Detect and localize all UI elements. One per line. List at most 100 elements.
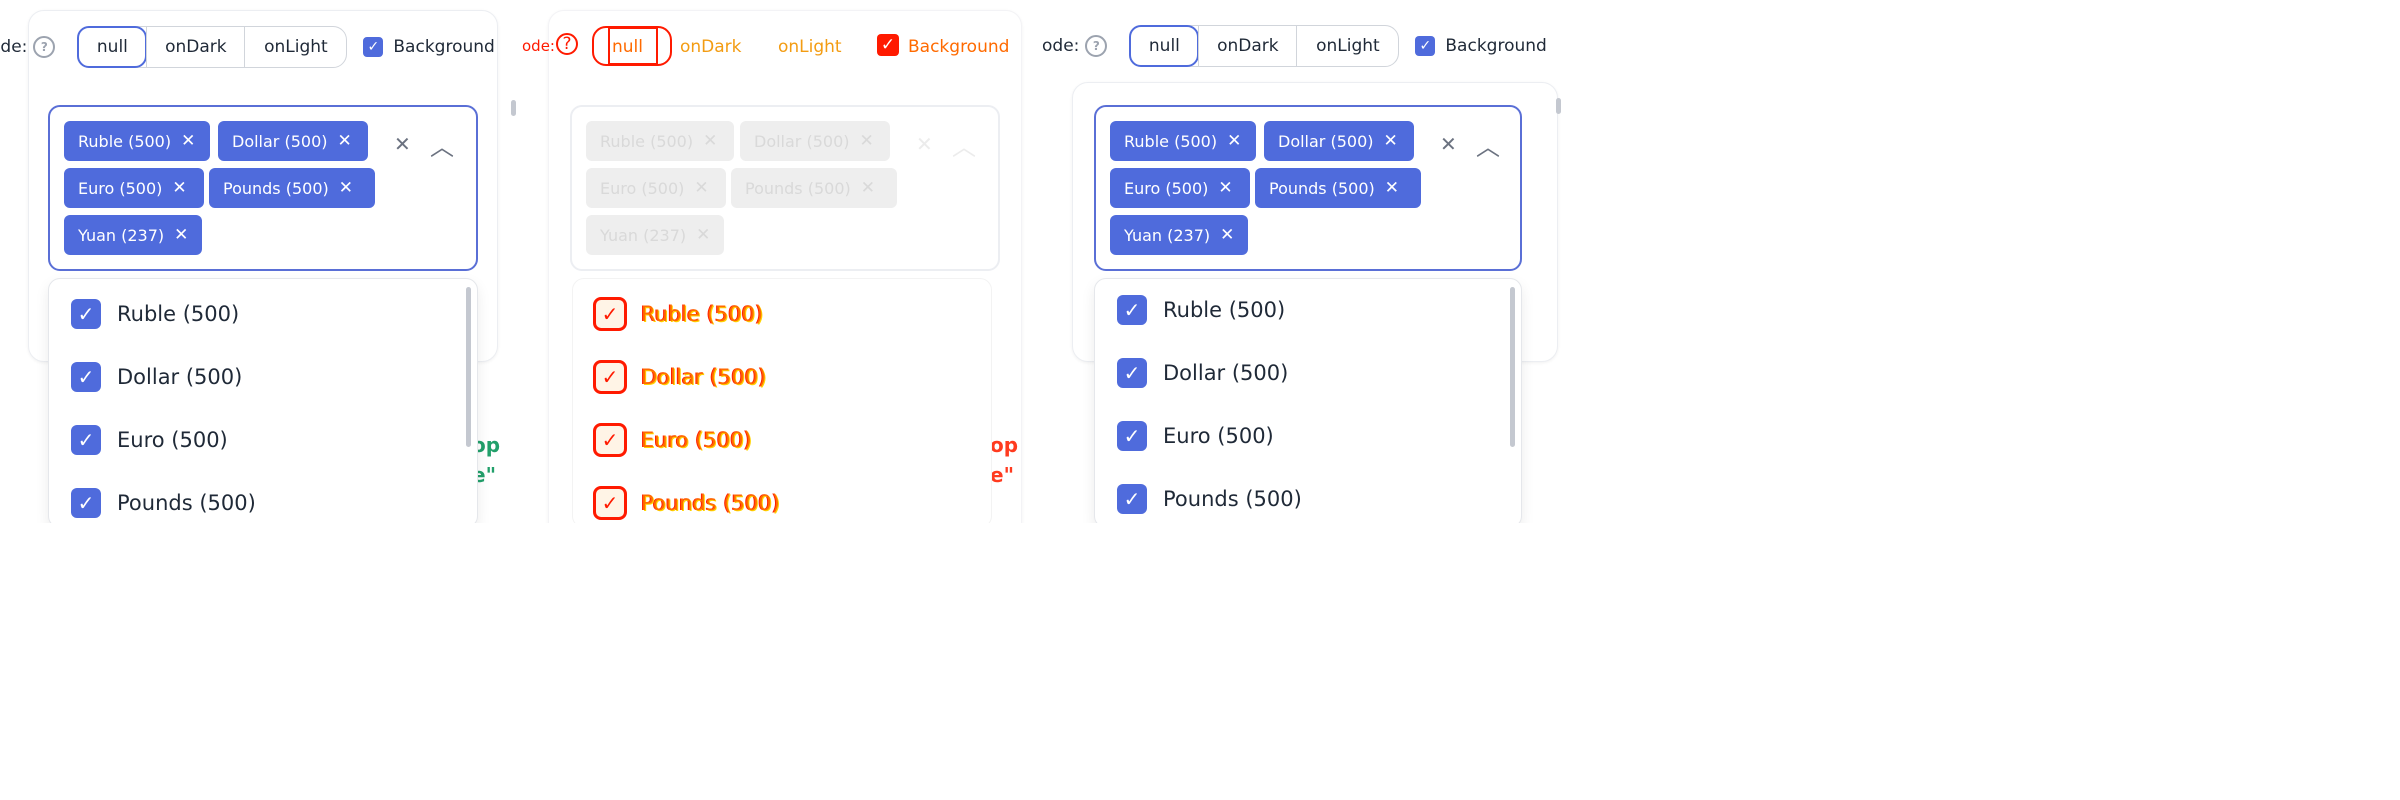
chip-remove-icon[interactable]: ✕ xyxy=(172,178,186,198)
chip-label: Yuan (237) xyxy=(78,225,165,245)
option-label: Euro (500) xyxy=(641,428,752,452)
chip-euro: Euro (500) ✕ xyxy=(64,168,204,208)
checkbox-checked-icon: ✓ xyxy=(593,423,627,457)
chip-remove-icon[interactable]: ✕ xyxy=(338,131,352,151)
chip-remove-icon[interactable]: ✕ xyxy=(1227,131,1241,151)
panel-right: ode: ? null onDark onLight ✓ Background … xyxy=(1040,0,1568,523)
segment-ondark[interactable]: onDark xyxy=(146,27,244,67)
checkbox-checked-icon: ✓ xyxy=(71,299,101,329)
checkbox-checked-icon: ✓ xyxy=(593,486,627,520)
multiselect-field[interactable]: Ruble (500) ✕ Dollar (500) ✕ Euro (500) ✕ P… xyxy=(48,105,478,271)
option-pounds[interactable]: ✓ Pounds (500) xyxy=(71,488,256,518)
panel-diff: ode: ? null onDark onLight ✓ Background … xyxy=(520,0,1040,523)
mode-label: ode: xyxy=(1042,36,1080,56)
background-checkbox[interactable]: ✓ Background xyxy=(363,37,495,57)
option-dollar[interactable]: ✓ Dollar (500) xyxy=(1117,358,1288,388)
mode-toolbar: ode: ? null onDark onLight ✓ Background xyxy=(1042,24,1547,68)
chip-euro: Euro (500) ✕ xyxy=(586,168,726,208)
chip-ruble: Ruble (500) ✕ xyxy=(586,121,734,161)
chip-dollar: Dollar (500) ✕ xyxy=(1264,121,1414,161)
checkbox-checked-icon: ✓ xyxy=(593,360,627,394)
segment-null[interactable]: null xyxy=(77,26,148,68)
chip-label: Yuan (237) xyxy=(600,225,687,245)
page-scrollbar[interactable] xyxy=(1556,98,1561,114)
option-ruble[interactable]: ✓ Ruble (500) xyxy=(71,299,239,329)
chip-remove-icon: ✕ xyxy=(696,225,711,245)
dropdown-scrollbar[interactable] xyxy=(1510,287,1515,447)
help-icon[interactable]: ? xyxy=(1085,35,1108,57)
option-euro[interactable]: ✓ Euro (500) xyxy=(1117,421,1274,451)
option-pounds[interactable]: ✓ Pounds (500) xyxy=(1117,484,1302,514)
chip-pounds: Pounds (500) ✕ xyxy=(209,168,375,208)
checkbox-check-icon: ✓ xyxy=(363,37,384,57)
multiselect-field-ghost: Ruble (500) ✕ Dollar (500) ✕ Euro (500) ✕ P… xyxy=(570,105,1000,271)
option-dollar[interactable]: ✓ Dollar (500) xyxy=(71,362,242,392)
checkbox-checked-icon: ✓ xyxy=(71,425,101,455)
chip-remove-icon[interactable]: ✕ xyxy=(1218,178,1232,198)
chip-remove-icon[interactable]: ✕ xyxy=(1384,131,1398,151)
chip-ruble: Ruble (500) ✕ xyxy=(64,121,210,161)
diff-background-label: Background xyxy=(908,37,1010,57)
chip-label: Ruble (500) xyxy=(600,131,694,151)
chip-remove-icon: ✕ xyxy=(703,131,718,151)
chip-label: Ruble (500) xyxy=(78,131,172,151)
multiselect-field[interactable]: Ruble (500) ✕ Dollar (500) ✕ Euro (500) ✕ P… xyxy=(1094,105,1522,271)
chip-remove-icon: ✕ xyxy=(694,178,709,198)
chip-label: Pounds (500) xyxy=(745,178,851,198)
option-label: Ruble (500) xyxy=(641,302,764,326)
option-ruble[interactable]: ✓ Ruble (500) xyxy=(1117,295,1285,325)
diff-help-icon: ? xyxy=(556,33,578,55)
chip-label: Euro (500) xyxy=(78,178,163,198)
chip-label: Pounds (500) xyxy=(223,178,329,198)
background-label: Background xyxy=(1445,36,1547,56)
chip-remove-icon[interactable]: ✕ xyxy=(339,178,353,198)
chip-dollar: Dollar (500) ✕ xyxy=(740,121,890,161)
option-label: Ruble (500) xyxy=(117,302,240,326)
checkbox-checked-icon: ✓ xyxy=(1117,421,1147,451)
chevron-up-icon[interactable]: ︿ xyxy=(430,127,454,162)
checkbox-checked-icon: ✓ xyxy=(71,488,101,518)
chevron-up-icon[interactable]: ︿ xyxy=(1476,127,1500,162)
mode-toolbar: ode: ? null onDark onLight ✓ Background xyxy=(0,25,495,69)
options-dropdown: ✓ Ruble (500) ✓ Dollar (500) ✓ Euro (500) ✓… xyxy=(1094,278,1522,523)
option-label: Dollar (500) xyxy=(1163,361,1289,385)
segment-ondark[interactable]: onDark xyxy=(1198,26,1296,66)
chip-remove-icon[interactable]: ✕ xyxy=(174,225,188,245)
chip-remove-icon[interactable]: ✕ xyxy=(1220,225,1234,245)
segment-null[interactable]: null xyxy=(1129,25,1200,67)
chip-label: Yuan (237) xyxy=(1124,225,1211,245)
chip-label: Pounds (500) xyxy=(1269,178,1375,198)
option-label: Dollar (500) xyxy=(641,365,767,389)
background-label: Background xyxy=(393,37,495,57)
checkbox-checked-icon: ✓ xyxy=(1117,358,1147,388)
chip-dollar: Dollar (500) ✕ xyxy=(218,121,368,161)
chip-euro: Euro (500) ✕ xyxy=(1110,168,1250,208)
option-euro[interactable]: ✓ Euro (500) xyxy=(71,425,228,455)
page-scrollbar[interactable] xyxy=(511,100,516,116)
clear-icon: ✕ xyxy=(916,132,933,156)
background-checkbox[interactable]: ✓ Background xyxy=(1415,36,1547,56)
option-label: Euro (500) xyxy=(117,428,228,452)
chip-label: Dollar (500) xyxy=(232,131,328,151)
dropdown-scrollbar[interactable] xyxy=(466,287,471,447)
chip-yuan: Yuan (237) ✕ xyxy=(1110,215,1248,255)
chip-label: Euro (500) xyxy=(600,178,685,198)
help-icon[interactable]: ? xyxy=(33,36,56,58)
segment-onlight[interactable]: onLight xyxy=(1296,26,1398,66)
diff-segment-ondark: onDark xyxy=(680,37,742,57)
checkbox-checked-icon: ✓ xyxy=(593,297,627,331)
segment-onlight[interactable]: onLight xyxy=(244,27,346,67)
options-dropdown: ✓ Ruble (500) ✓ Dollar (500) ✓ Euro (500) ✓… xyxy=(48,278,478,523)
mode-label: ode: xyxy=(0,37,28,57)
clear-icon[interactable]: ✕ xyxy=(1440,132,1457,156)
diff-mode-label: ode: xyxy=(522,37,555,55)
diff-checkbox-icon: ✓ xyxy=(877,34,899,56)
chip-remove-icon[interactable]: ✕ xyxy=(181,131,195,151)
clear-icon[interactable]: ✕ xyxy=(394,132,411,156)
chip-remove-icon[interactable]: ✕ xyxy=(1385,178,1399,198)
checkbox-checked-icon: ✓ xyxy=(71,362,101,392)
checkbox-checked-icon: ✓ xyxy=(1117,295,1147,325)
option-label: Pounds (500) xyxy=(1163,487,1302,511)
option-label: Pounds (500) xyxy=(641,491,780,515)
option-euro: ✓ Euro (500) xyxy=(593,423,752,457)
